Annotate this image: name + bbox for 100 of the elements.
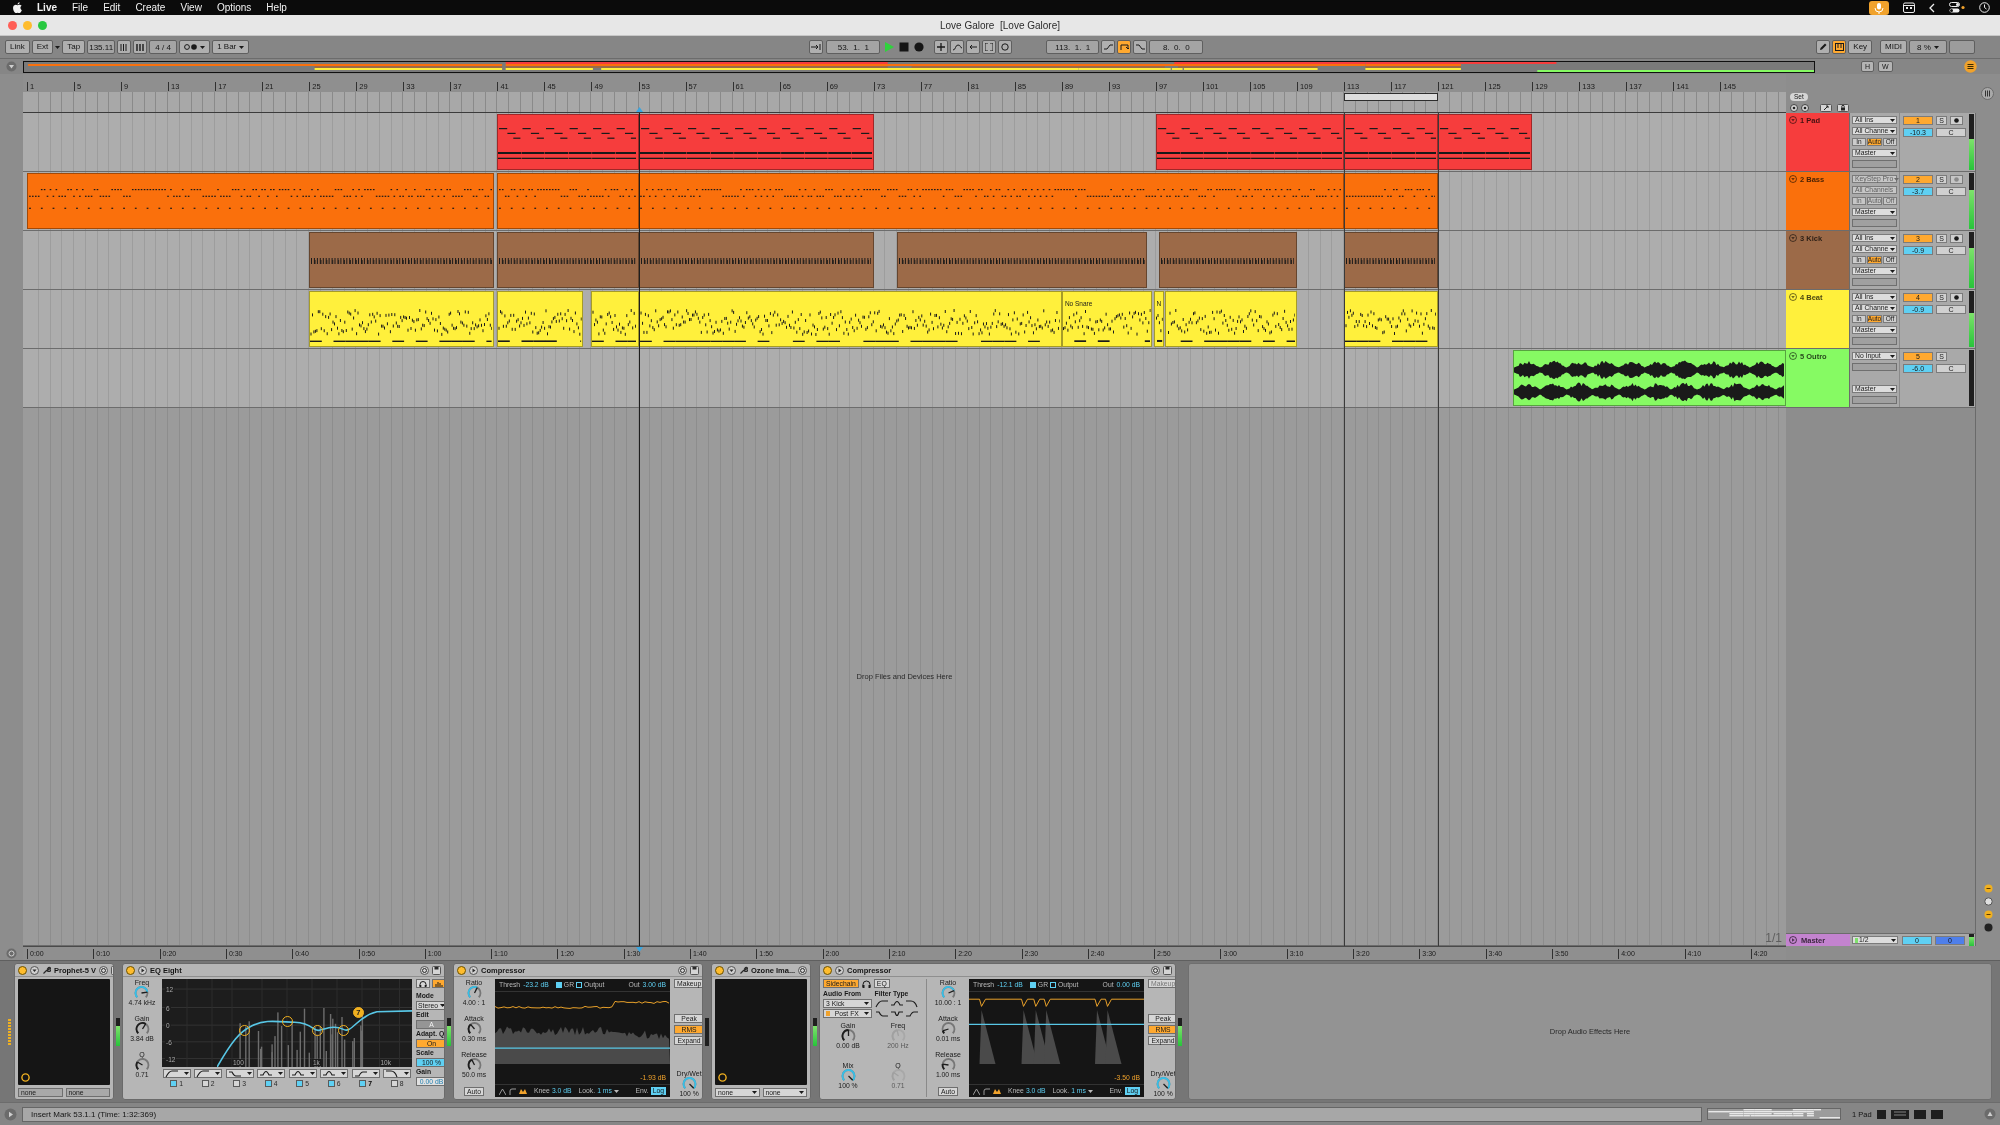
midi-clip[interactable]	[497, 114, 639, 170]
arm-button[interactable]	[1950, 234, 1963, 243]
midi-clip[interactable]	[497, 173, 639, 229]
knob[interactable]	[940, 986, 956, 999]
device-on-button[interactable]	[126, 965, 135, 975]
re-enable-automation-button[interactable]	[966, 40, 981, 54]
arm-button[interactable]	[1950, 116, 1963, 125]
minus-circle-icon[interactable]	[1983, 910, 1993, 919]
crown-icon[interactable]	[519, 1087, 527, 1095]
punch-in-button[interactable]	[1101, 40, 1116, 54]
ring-icon[interactable]	[798, 965, 808, 975]
circle-icon[interactable]	[6, 947, 17, 959]
ring-icon[interactable]	[678, 965, 687, 975]
microphone-icon[interactable]	[1869, 0, 1889, 15]
filter-type-dropdown[interactable]	[383, 1069, 412, 1078]
menu-item[interactable]: Options	[216, 2, 252, 13]
diagonal-arrow-icon[interactable]	[1820, 104, 1832, 112]
draw-mode-button[interactable]	[1816, 40, 1831, 54]
input-channel-field[interactable]	[1852, 363, 1897, 371]
headphones-icon[interactable]	[861, 979, 871, 988]
band-checkbox[interactable]	[296, 1080, 304, 1087]
metronome-button[interactable]	[179, 40, 211, 54]
tap-button[interactable]: Tap	[62, 40, 86, 54]
square-icon[interactable]	[1876, 1109, 1886, 1119]
band-checkbox[interactable]	[201, 1080, 209, 1087]
knob[interactable]	[466, 1058, 482, 1071]
midi-clip[interactable]	[1159, 232, 1298, 288]
arm-button[interactable]	[1950, 293, 1963, 302]
wrench-icon[interactable]	[42, 965, 51, 975]
menu-item[interactable]: View	[180, 2, 202, 13]
peak-icon[interactable]	[499, 1087, 506, 1095]
mini-overview[interactable]	[1707, 1108, 1841, 1120]
fold-icon[interactable]	[30, 965, 39, 975]
circle-dot-icon[interactable]	[1801, 104, 1809, 112]
play-circle-icon[interactable]	[138, 965, 147, 975]
overdub-button[interactable]	[934, 40, 949, 54]
filter-type-dropdown[interactable]	[162, 1069, 191, 1078]
filter-type-dropdown[interactable]	[257, 1069, 286, 1078]
midi-map-button[interactable]: MIDI	[1880, 40, 1907, 54]
calendar-icon[interactable]	[1903, 2, 1915, 13]
gr-checkbox[interactable]	[555, 982, 562, 988]
midi-clip[interactable]	[497, 291, 584, 347]
loop-start-field[interactable]: 113. 1. 1	[1046, 40, 1100, 54]
fold-icon[interactable]	[1789, 116, 1797, 124]
minus-circle-icon[interactable]	[1983, 884, 1993, 893]
output-checkbox[interactable]	[1050, 982, 1057, 988]
triangle-down-icon[interactable]	[6, 61, 17, 72]
output-checkbox[interactable]	[576, 982, 583, 988]
high-shelf-icon[interactable]	[904, 1009, 919, 1018]
knob[interactable]	[1155, 1077, 1171, 1090]
square-icon[interactable]	[1913, 1109, 1926, 1119]
ring-icon[interactable]	[1151, 965, 1160, 975]
midi-clip[interactable]	[638, 114, 874, 170]
menu-item[interactable]: Edit	[103, 2, 121, 13]
filter-type-dropdown[interactable]	[225, 1069, 254, 1078]
device-on-button[interactable]	[457, 965, 466, 975]
filter-type-dropdown[interactable]	[320, 1069, 349, 1078]
triangle-up-icon[interactable]	[1984, 1108, 1996, 1120]
midi-clip[interactable]	[27, 173, 494, 229]
midi-clip[interactable]	[897, 232, 1147, 288]
knob[interactable]	[134, 1058, 150, 1071]
output-channel-field[interactable]	[1852, 278, 1897, 286]
midi-clip[interactable]	[1344, 232, 1439, 288]
play-circle-icon[interactable]	[1789, 936, 1797, 944]
quantization-dropdown[interactable]: 1 Bar	[212, 40, 250, 54]
output-channel-field[interactable]	[1852, 337, 1897, 345]
back-to-arrangement-button[interactable]	[809, 40, 824, 54]
low-shelf-icon[interactable]	[874, 1009, 889, 1018]
band-checkbox[interactable]	[390, 1080, 398, 1087]
notch-icon[interactable]	[889, 1009, 904, 1018]
corner-icon[interactable]	[509, 1087, 516, 1095]
filter-type-dropdown[interactable]	[288, 1069, 317, 1078]
square-icon[interactable]	[1930, 1109, 1943, 1119]
dot-icon[interactable]	[1983, 923, 1993, 932]
band-checkbox[interactable]	[233, 1080, 241, 1087]
filter-type-dropdown[interactable]	[194, 1069, 223, 1078]
stop-button[interactable]	[898, 41, 911, 53]
midi-clip[interactable]	[309, 232, 494, 288]
fold-icon[interactable]	[1789, 234, 1797, 242]
knob[interactable]	[466, 986, 482, 999]
midi-clip[interactable]	[638, 291, 1062, 347]
loop-length-field[interactable]: 8. 0. 0	[1149, 40, 1204, 54]
midi-clip[interactable]	[591, 291, 639, 347]
high-cut-icon[interactable]	[904, 999, 919, 1008]
midi-clip[interactable]	[1165, 291, 1298, 347]
record-button[interactable]	[913, 41, 926, 53]
device-on-button[interactable]	[715, 965, 724, 975]
arrangement-overview[interactable]	[23, 60, 1815, 73]
menu-item[interactable]: Create	[135, 2, 166, 13]
band-checkbox[interactable]	[170, 1080, 178, 1087]
chevron-left-icon[interactable]	[1929, 2, 1935, 13]
knob[interactable]	[681, 1077, 697, 1090]
gr-checkbox[interactable]	[1029, 982, 1036, 988]
output-channel-field[interactable]	[1852, 396, 1897, 404]
device-on-button[interactable]	[18, 965, 27, 975]
knob[interactable]	[940, 1058, 956, 1071]
midi-clip[interactable]	[1438, 114, 1533, 170]
computer-keyboard-button[interactable]	[1832, 40, 1847, 54]
key-map-button[interactable]: Key	[1848, 40, 1873, 54]
midi-clip[interactable]	[638, 173, 1345, 229]
